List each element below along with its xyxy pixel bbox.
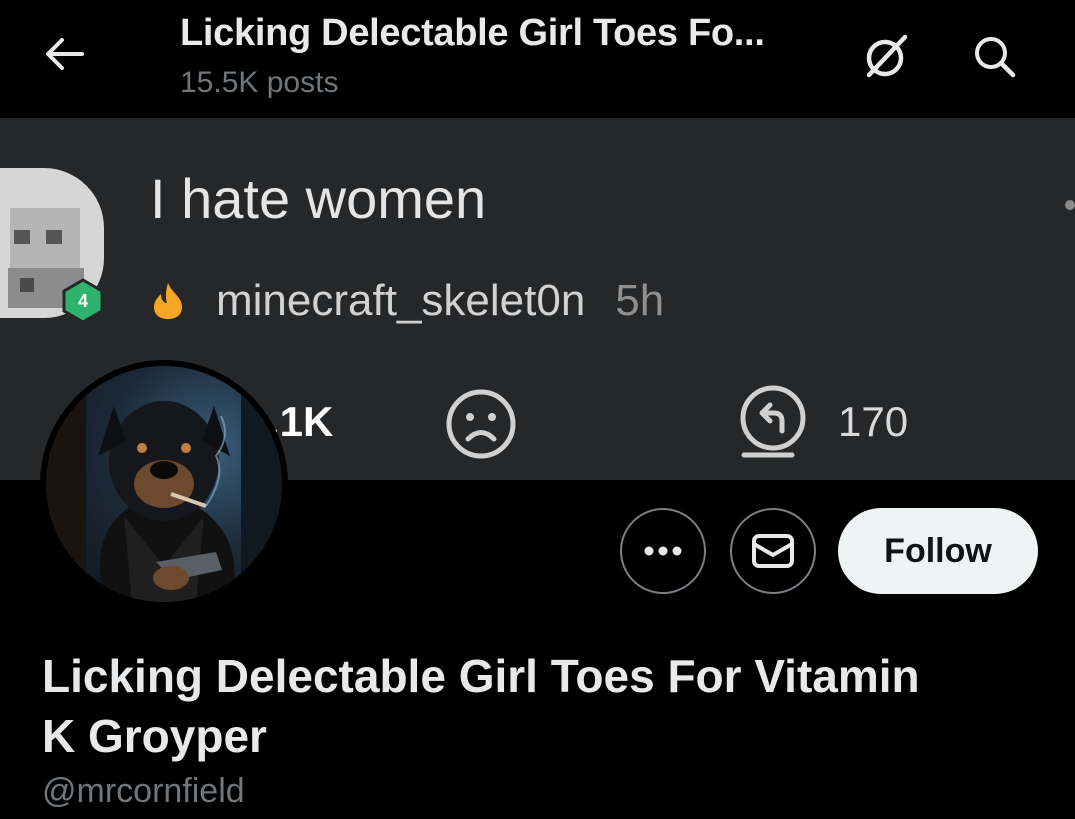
back-button[interactable] (38, 30, 90, 78)
comment-time: 5h (615, 276, 665, 325)
profile-display-name: Licking Delectable Girl Toes For Vitamin… (42, 650, 920, 762)
search-button[interactable] (966, 28, 1022, 84)
mail-icon (752, 534, 794, 568)
more-icon (644, 546, 682, 556)
avatar-image (46, 366, 282, 602)
reply-icon (740, 385, 806, 458)
more-options-button[interactable] (620, 508, 706, 594)
level-badge: 4 (60, 278, 106, 324)
arrow-left-icon (46, 38, 84, 70)
commenter-username: minecraft_skelet0n (216, 276, 586, 325)
post-count: 15.5K posts (180, 66, 339, 99)
banner-dot (1065, 200, 1075, 210)
comment-text: I hate women (150, 167, 487, 230)
message-button[interactable] (730, 508, 816, 594)
grok-button[interactable] (858, 28, 914, 84)
comment-meta: minecraft_skelet0n 5h (150, 276, 664, 326)
grok-icon (866, 34, 908, 78)
flame-icon (154, 283, 182, 319)
follow-button[interactable]: Follow (838, 508, 1038, 594)
profile-header: Licking Delectable Girl Toes Fo... 15.5K… (0, 0, 1075, 118)
header-title: Licking Delectable Girl Toes Fo... (180, 12, 765, 54)
reply-count: 170 (838, 398, 909, 445)
profile-handle: @mrcornfield (42, 772, 245, 810)
sad-face-icon (446, 389, 516, 459)
profile-avatar[interactable] (40, 360, 288, 608)
search-icon (975, 37, 1016, 78)
